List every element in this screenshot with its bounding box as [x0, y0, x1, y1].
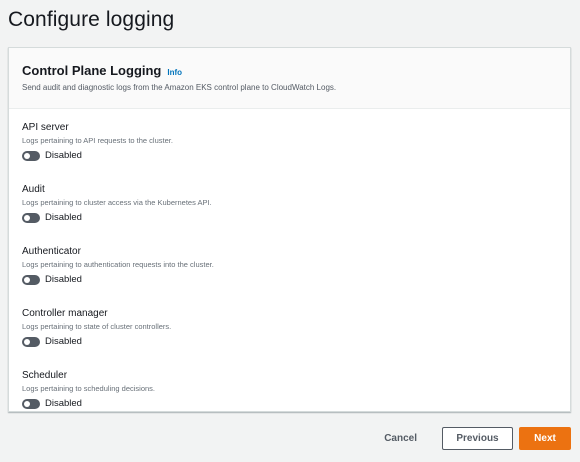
toggle-status-label: Disabled [45, 274, 82, 285]
control-plane-logging-panel: Control Plane Logging Info Send audit an… [8, 47, 571, 412]
panel-body: API server Logs pertaining to API reques… [9, 109, 570, 429]
toggle-knob [24, 152, 30, 159]
log-item-controller-manager: Controller manager Logs pertaining to st… [22, 308, 557, 367]
toggle-knob [24, 338, 30, 345]
previous-button[interactable]: Previous [442, 427, 513, 450]
api-server-toggle[interactable] [22, 150, 40, 161]
wizard-footer: Cancel Previous Next [372, 427, 571, 450]
audit-toggle[interactable] [22, 212, 40, 223]
toggle-row: Disabled [22, 150, 557, 161]
log-item-description: Logs pertaining to scheduling decisions. [22, 384, 156, 393]
log-item-label: Controller manager [22, 308, 108, 319]
info-link[interactable]: Info [167, 68, 182, 77]
log-item-authenticator: Authenticator Logs pertaining to authent… [22, 246, 557, 305]
configure-logging-page: Configure logging Control Plane Logging … [0, 0, 580, 462]
toggle-knob [24, 214, 30, 221]
log-item-label: Authenticator [22, 246, 81, 257]
toggle-knob [24, 400, 30, 407]
toggle-knob [24, 276, 30, 283]
cancel-button[interactable]: Cancel [372, 433, 429, 444]
toggle-status-label: Disabled [45, 150, 82, 161]
scheduler-toggle[interactable] [22, 398, 40, 409]
log-item-audit: Audit Logs pertaining to cluster access … [22, 184, 557, 243]
next-button[interactable]: Next [519, 427, 571, 450]
authenticator-toggle[interactable] [22, 274, 40, 285]
toggle-status-label: Disabled [45, 398, 82, 409]
log-item-label: API server [22, 122, 69, 133]
toggle-row: Disabled [22, 398, 557, 409]
log-item-description: Logs pertaining to authentication reques… [22, 260, 214, 269]
panel-description: Send audit and diagnostic logs from the … [22, 83, 337, 92]
page-title: Configure logging [8, 8, 175, 31]
panel-title: Control Plane Logging [22, 63, 162, 78]
toggle-status-label: Disabled [45, 212, 82, 223]
toggle-row: Disabled [22, 336, 557, 347]
toggle-row: Disabled [22, 212, 557, 223]
panel-header: Control Plane Logging Info Send audit an… [9, 48, 570, 109]
log-item-description: Logs pertaining to state of cluster cont… [22, 322, 172, 331]
log-item-description: Logs pertaining to cluster access via th… [22, 198, 212, 207]
log-item-api-server: API server Logs pertaining to API reques… [22, 122, 557, 181]
log-item-description: Logs pertaining to API requests to the c… [22, 136, 173, 145]
toggle-status-label: Disabled [45, 336, 82, 347]
panel-title-row: Control Plane Logging Info [22, 63, 557, 78]
log-item-scheduler: Scheduler Logs pertaining to scheduling … [22, 370, 557, 429]
controller-manager-toggle[interactable] [22, 336, 40, 347]
log-item-label: Scheduler [22, 370, 68, 381]
log-item-label: Audit [22, 184, 45, 195]
toggle-row: Disabled [22, 274, 557, 285]
